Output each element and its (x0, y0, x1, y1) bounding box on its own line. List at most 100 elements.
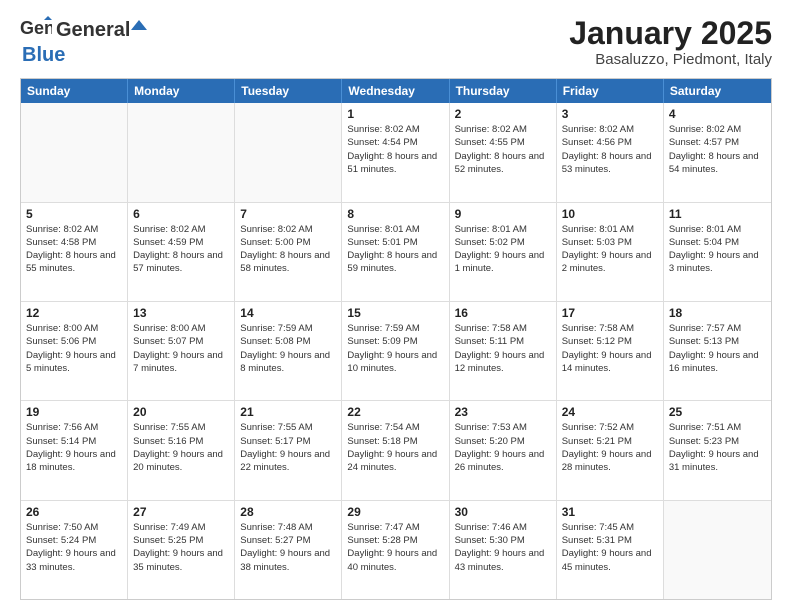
day-info: Sunrise: 8:02 AM Sunset: 4:57 PM Dayligh… (669, 123, 766, 176)
header-wednesday: Wednesday (342, 79, 449, 103)
day-number: 23 (455, 405, 551, 419)
day-info: Sunrise: 8:01 AM Sunset: 5:02 PM Dayligh… (455, 223, 551, 276)
week-1: 1 Sunrise: 8:02 AM Sunset: 4:54 PM Daylig… (21, 103, 771, 202)
day-info: Sunrise: 8:01 AM Sunset: 5:03 PM Dayligh… (562, 223, 658, 276)
day-info: Sunrise: 7:52 AM Sunset: 5:21 PM Dayligh… (562, 421, 658, 474)
day-number: 8 (347, 207, 443, 221)
day-number: 10 (562, 207, 658, 221)
day-info: Sunrise: 8:01 AM Sunset: 5:01 PM Dayligh… (347, 223, 443, 276)
day-info: Sunrise: 7:47 AM Sunset: 5:28 PM Dayligh… (347, 521, 443, 574)
day-2: 2 Sunrise: 8:02 AM Sunset: 4:55 PM Daylig… (450, 103, 557, 201)
day-info: Sunrise: 8:02 AM Sunset: 4:54 PM Dayligh… (347, 123, 443, 176)
day-22: 22Sunrise: 7:54 AM Sunset: 5:18 PM Dayli… (342, 401, 449, 499)
calendar-header: Sunday Monday Tuesday Wednesday Thursday… (21, 79, 771, 103)
week-3: 12 Sunrise: 8:00 AM Sunset: 5:06 PM Dayli… (21, 302, 771, 401)
week-2: 5 Sunrise: 8:02 AM Sunset: 4:58 PM Daylig… (21, 203, 771, 302)
day-number: 14 (240, 306, 336, 320)
day-number: 3 (562, 107, 658, 121)
day-29: 29Sunrise: 7:47 AM Sunset: 5:28 PM Dayli… (342, 501, 449, 599)
header-tuesday: Tuesday (235, 79, 342, 103)
day-25: 25Sunrise: 7:51 AM Sunset: 5:23 PM Dayli… (664, 401, 771, 499)
day-number: 4 (669, 107, 766, 121)
day-8: 8 Sunrise: 8:01 AM Sunset: 5:01 PM Daylig… (342, 203, 449, 301)
day-info: Sunrise: 8:01 AM Sunset: 5:04 PM Dayligh… (669, 223, 766, 276)
week-5: 26Sunrise: 7:50 AM Sunset: 5:24 PM Dayli… (21, 501, 771, 599)
day-13: 13 Sunrise: 8:00 AM Sunset: 5:07 PM Dayli… (128, 302, 235, 400)
day-18: 18Sunrise: 7:57 AM Sunset: 5:13 PM Dayli… (664, 302, 771, 400)
day-number: 27 (133, 505, 229, 519)
day-number: 25 (669, 405, 766, 419)
logo: General General Blue (20, 16, 148, 67)
logo-icon: General (20, 16, 52, 44)
page: General General Blue January 2025 Basalu… (0, 0, 792, 612)
day-number: 2 (455, 107, 551, 121)
day-9: 9 Sunrise: 8:01 AM Sunset: 5:02 PM Daylig… (450, 203, 557, 301)
day-17: 17Sunrise: 7:58 AM Sunset: 5:12 PM Dayli… (557, 302, 664, 400)
day-info: Sunrise: 7:55 AM Sunset: 5:17 PM Dayligh… (240, 421, 336, 474)
day-3: 3 Sunrise: 8:02 AM Sunset: 4:56 PM Daylig… (557, 103, 664, 201)
day-6: 6 Sunrise: 8:02 AM Sunset: 4:59 PM Daylig… (128, 203, 235, 301)
week-4: 19 Sunrise: 7:56 AM Sunset: 5:14 PM Dayli… (21, 401, 771, 500)
day-27: 27 Sunrise: 7:49 AM Sunset: 5:25 PM Dayli… (128, 501, 235, 599)
calendar: Sunday Monday Tuesday Wednesday Thursday… (20, 78, 772, 600)
day-number: 19 (26, 405, 122, 419)
day-info: Sunrise: 8:02 AM Sunset: 4:58 PM Dayligh… (26, 223, 122, 276)
day-15: 15 Sunrise: 7:59 AM Sunset: 5:09 PM Dayli… (342, 302, 449, 400)
header-sunday: Sunday (21, 79, 128, 103)
day-number: 15 (347, 306, 443, 320)
day-info: Sunrise: 7:59 AM Sunset: 5:08 PM Dayligh… (240, 322, 336, 375)
day-19: 19 Sunrise: 7:56 AM Sunset: 5:14 PM Dayli… (21, 401, 128, 499)
day-number: 26 (26, 505, 122, 519)
day-5: 5 Sunrise: 8:02 AM Sunset: 4:58 PM Daylig… (21, 203, 128, 301)
day-number: 16 (455, 306, 551, 320)
day-number: 28 (240, 505, 336, 519)
day-info: Sunrise: 8:00 AM Sunset: 5:07 PM Dayligh… (133, 322, 229, 375)
logo-blue-text: Blue (22, 44, 65, 67)
day-24: 24 Sunrise: 7:52 AM Sunset: 5:21 PM Dayli… (557, 401, 664, 499)
day-info: Sunrise: 7:48 AM Sunset: 5:27 PM Dayligh… (240, 521, 336, 574)
day-info: Sunrise: 7:49 AM Sunset: 5:25 PM Dayligh… (133, 521, 229, 574)
day-number: 11 (669, 207, 766, 221)
day-14: 14 Sunrise: 7:59 AM Sunset: 5:08 PM Dayli… (235, 302, 342, 400)
day-info: Sunrise: 7:59 AM Sunset: 5:09 PM Dayligh… (347, 322, 443, 375)
day-number: 6 (133, 207, 229, 221)
day-number: 5 (26, 207, 122, 221)
main-title: January 2025 (569, 16, 772, 51)
day-number: 12 (26, 306, 122, 320)
day-info: Sunrise: 8:02 AM Sunset: 4:56 PM Dayligh… (562, 123, 658, 176)
day-number: 20 (133, 405, 229, 419)
empty-cell (128, 103, 235, 201)
day-number: 1 (347, 107, 443, 121)
day-10: 10 Sunrise: 8:01 AM Sunset: 5:03 PM Dayli… (557, 203, 664, 301)
header: General General Blue January 2025 Basalu… (20, 16, 772, 68)
day-23: 23 Sunrise: 7:53 AM Sunset: 5:20 PM Dayli… (450, 401, 557, 499)
day-info: Sunrise: 8:02 AM Sunset: 4:59 PM Dayligh… (133, 223, 229, 276)
day-26: 26Sunrise: 7:50 AM Sunset: 5:24 PM Dayli… (21, 501, 128, 599)
day-number: 9 (455, 207, 551, 221)
header-monday: Monday (128, 79, 235, 103)
day-number: 30 (455, 505, 551, 519)
day-number: 21 (240, 405, 336, 419)
day-info: Sunrise: 8:00 AM Sunset: 5:06 PM Dayligh… (26, 322, 122, 375)
empty-cell (21, 103, 128, 201)
day-20: 20 Sunrise: 7:55 AM Sunset: 5:16 PM Dayli… (128, 401, 235, 499)
day-info: Sunrise: 7:55 AM Sunset: 5:16 PM Dayligh… (133, 421, 229, 474)
day-info: Sunrise: 7:58 AM Sunset: 5:11 PM Dayligh… (455, 322, 551, 375)
day-number: 22 (347, 405, 443, 419)
day-info: Sunrise: 8:02 AM Sunset: 4:55 PM Dayligh… (455, 123, 551, 176)
day-number: 24 (562, 405, 658, 419)
day-28: 28 Sunrise: 7:48 AM Sunset: 5:27 PM Dayli… (235, 501, 342, 599)
day-30: 30 Sunrise: 7:46 AM Sunset: 5:30 PM Dayli… (450, 501, 557, 599)
day-12: 12 Sunrise: 8:00 AM Sunset: 5:06 PM Dayli… (21, 302, 128, 400)
header-friday: Friday (557, 79, 664, 103)
title-block: January 2025 Basaluzzo, Piedmont, Italy (569, 16, 772, 68)
day-number: 17 (562, 306, 658, 320)
day-1: 1 Sunrise: 8:02 AM Sunset: 4:54 PM Daylig… (342, 103, 449, 201)
day-info: Sunrise: 7:56 AM Sunset: 5:14 PM Dayligh… (26, 421, 122, 474)
day-info: Sunrise: 7:53 AM Sunset: 5:20 PM Dayligh… (455, 421, 551, 474)
svg-text:General: General (20, 18, 52, 38)
day-info: Sunrise: 7:46 AM Sunset: 5:30 PM Dayligh… (455, 521, 551, 574)
day-number: 13 (133, 306, 229, 320)
empty-cell (235, 103, 342, 201)
day-7: 7Sunrise: 8:02 AM Sunset: 5:00 PM Daylig… (235, 203, 342, 301)
